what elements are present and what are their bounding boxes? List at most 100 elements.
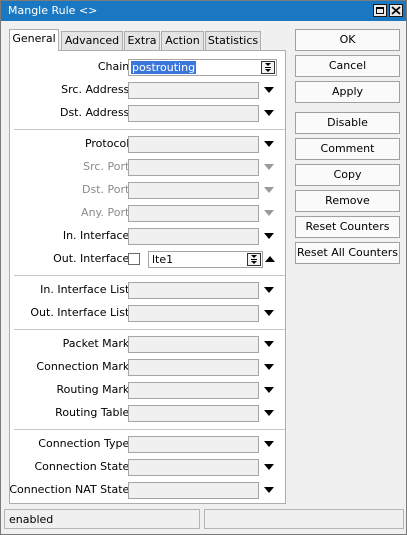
separator — [14, 129, 285, 130]
connection-type-label: Connection Type: — [38, 437, 133, 450]
chain-row: Chain: postrouting — [10, 57, 285, 77]
title-bar[interactable]: Mangle Rule <> — [1, 1, 406, 21]
protocol-row: Protocol: — [10, 134, 285, 154]
out-interface-label: Out. Interface: — [53, 252, 133, 265]
routing-mark-expand-icon[interactable] — [264, 387, 274, 393]
src-port-field — [128, 159, 259, 176]
window-title: Mangle Rule <> — [8, 4, 98, 17]
dst-port-expand-icon — [264, 187, 274, 193]
reset-all-counters-button[interactable]: Reset All Counters — [295, 242, 400, 264]
routing-mark-row: Routing Mark: — [10, 380, 285, 400]
connection-mark-label: Connection Mark: — [36, 360, 133, 373]
connection-nat-state-row: Connection NAT State: — [9, 480, 285, 500]
dst-port-field — [128, 182, 259, 199]
chain-dropdown-button[interactable] — [261, 61, 275, 74]
src-port-label: Src. Port: — [83, 160, 133, 173]
maximize-button[interactable] — [373, 4, 387, 17]
connection-mark-field[interactable] — [128, 359, 259, 376]
connection-type-expand-icon[interactable] — [264, 441, 274, 447]
routing-table-row: Routing Table: — [10, 403, 285, 423]
packet-mark-label: Packet Mark: — [62, 337, 133, 350]
separator — [14, 275, 285, 276]
connection-nat-state-field[interactable] — [128, 482, 259, 499]
routing-mark-label: Routing Mark: — [56, 383, 133, 396]
in-interface-list-label: In. Interface List: — [40, 283, 133, 296]
protocol-label: Protocol: — [84, 137, 133, 150]
chain-value: postrouting — [131, 61, 197, 74]
packet-mark-row: Packet Mark: — [10, 334, 285, 354]
status-right — [204, 509, 404, 529]
any-port-expand-icon — [264, 210, 274, 216]
out-interface-list-label: Out. Interface List: — [30, 306, 133, 319]
cancel-button[interactable]: Cancel — [295, 55, 400, 77]
out-interface-row: Out. Interface: lte1 — [10, 249, 285, 269]
disable-button[interactable]: Disable — [295, 112, 400, 134]
dst-port-row: Dst. Port: — [10, 180, 285, 200]
src-address-expand-icon[interactable] — [264, 87, 274, 93]
out-interface-value: lte1 — [152, 253, 174, 266]
in-interface-list-expand-icon[interactable] — [264, 287, 274, 293]
routing-table-field[interactable] — [128, 405, 259, 422]
tab-statistics[interactable]: Statistics — [205, 31, 261, 50]
dst-address-row: Dst. Address: — [10, 103, 285, 123]
out-interface-list-field[interactable] — [128, 305, 259, 322]
in-interface-label: In. Interface: — [62, 229, 133, 242]
status-left: enabled — [4, 509, 200, 529]
in-interface-list-row: In. Interface List: — [10, 280, 285, 300]
connection-state-row: Connection State: — [10, 457, 285, 477]
in-interface-row: In. Interface: — [10, 226, 285, 246]
connection-mark-expand-icon[interactable] — [264, 364, 274, 370]
reset-counters-button[interactable]: Reset Counters — [295, 216, 400, 238]
routing-table-expand-icon[interactable] — [264, 410, 274, 416]
src-address-label: Src. Address: — [61, 83, 133, 96]
tab-general[interactable]: General — [9, 29, 59, 51]
close-icon — [391, 6, 401, 15]
out-interface-select[interactable]: lte1 — [148, 251, 263, 268]
maximize-icon — [376, 7, 384, 14]
connection-state-field[interactable] — [128, 459, 259, 476]
connection-state-label: Connection State: — [34, 460, 133, 473]
tab-advanced[interactable]: Advanced — [61, 31, 123, 50]
routing-table-label: Routing Table: — [55, 406, 133, 419]
out-interface-dropdown-button[interactable] — [247, 253, 261, 266]
dst-address-expand-icon[interactable] — [264, 110, 274, 116]
any-port-label: Any. Port: — [81, 206, 133, 219]
out-interface-collapse-icon[interactable] — [265, 256, 275, 262]
packet-mark-field[interactable] — [128, 336, 259, 353]
src-port-row: Src. Port: — [10, 157, 285, 177]
chain-select[interactable]: postrouting — [128, 59, 277, 76]
apply-button[interactable]: Apply — [295, 81, 400, 103]
ok-button[interactable]: OK — [295, 29, 400, 51]
protocol-field[interactable] — [128, 136, 259, 153]
copy-button[interactable]: Copy — [295, 164, 400, 186]
general-panel: Chain: postrouting Src. Address: Dst. Ad… — [9, 50, 286, 504]
out-interface-negate-checkbox[interactable] — [128, 253, 140, 265]
in-interface-field[interactable] — [128, 228, 259, 245]
separator — [14, 329, 285, 330]
out-interface-list-expand-icon[interactable] — [264, 310, 274, 316]
mangle-rule-window: Mangle Rule <> General Advanced Extra Ac… — [0, 0, 407, 535]
close-button[interactable] — [389, 4, 403, 17]
connection-nat-state-label: Connection NAT State: — [9, 483, 133, 496]
connection-mark-row: Connection Mark: — [10, 357, 285, 377]
in-interface-expand-icon[interactable] — [264, 233, 274, 239]
connection-type-row: Connection Type: — [10, 434, 285, 454]
routing-mark-field[interactable] — [128, 382, 259, 399]
tab-action[interactable]: Action — [161, 31, 204, 50]
dst-address-label: Dst. Address: — [59, 106, 133, 119]
connection-nat-state-expand-icon[interactable] — [264, 487, 274, 493]
protocol-expand-icon[interactable] — [264, 141, 274, 147]
packet-mark-expand-icon[interactable] — [264, 341, 274, 347]
comment-button[interactable]: Comment — [295, 138, 400, 160]
in-interface-list-field[interactable] — [128, 282, 259, 299]
status-bar: enabled — [4, 509, 404, 529]
src-address-row: Src. Address: — [10, 80, 285, 100]
remove-button[interactable]: Remove — [295, 190, 400, 212]
connection-type-field[interactable] — [128, 436, 259, 453]
out-interface-list-row: Out. Interface List: — [10, 303, 285, 323]
dst-address-field[interactable] — [128, 105, 259, 122]
connection-state-expand-icon[interactable] — [264, 464, 274, 470]
tab-extra[interactable]: Extra — [124, 31, 160, 50]
src-address-field[interactable] — [128, 82, 259, 99]
src-port-expand-icon — [264, 164, 274, 170]
